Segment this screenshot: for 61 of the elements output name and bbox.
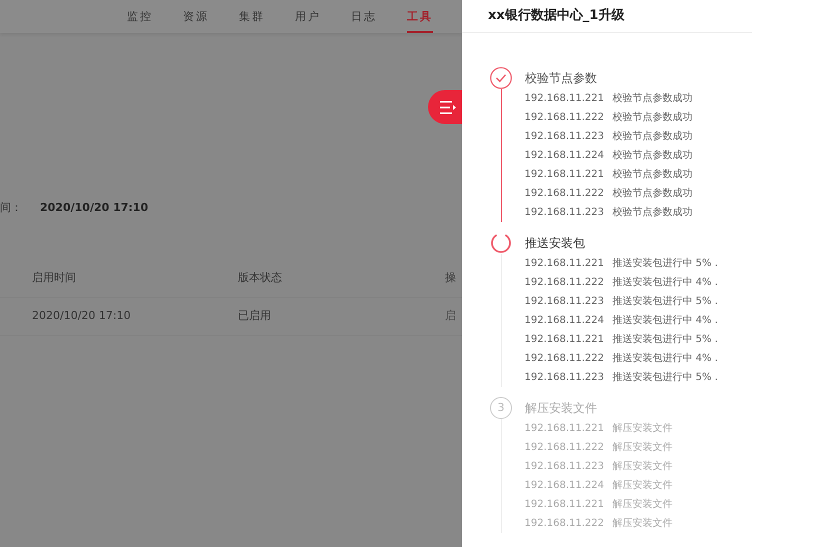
status-message: 推送安装包进行中 5% . (612, 294, 718, 309)
status-message: 解压安装文件 (612, 460, 672, 474)
status-message: 校验节点参数成功 (612, 186, 692, 201)
ip-address: 192.168.11.221 (524, 168, 606, 182)
ip-address: 192.168.11.222 (524, 276, 606, 290)
info-label: 间： (0, 200, 22, 216)
ip-address: 192.168.11.221 (524, 333, 606, 347)
ip-address: 192.168.11.223 (524, 295, 606, 309)
ip-address: 192.168.11.222 (524, 441, 606, 455)
step-number: 3 (490, 397, 512, 419)
nav-tab[interactable]: 集群 (239, 0, 265, 33)
ip-address: 192.168.11.221 (524, 498, 606, 512)
status-message: 校验节点参数成功 (612, 130, 692, 144)
list-icon (440, 100, 456, 114)
status-message: 校验节点参数成功 (612, 92, 692, 106)
menu-button[interactable] (428, 90, 462, 124)
ip-address: 192.168.11.221 (524, 92, 606, 106)
column-header: 启用时间 (32, 271, 76, 284)
ip-address: 192.168.11.221 (524, 422, 606, 436)
nav-tab[interactable]: 用户 (295, 0, 321, 33)
table-cell: 2020/10/20 17:10 (32, 308, 131, 322)
action-link[interactable]: 启 (445, 308, 456, 322)
drawer-title: xx银行数据中心_1升级 (462, 0, 752, 33)
status-message: 校验节点参数成功 (612, 168, 692, 182)
status-message: 解压安装文件 (612, 478, 672, 493)
status-message: 推送安装包进行中 5% . (612, 256, 718, 271)
status-message: 解压安装文件 (612, 498, 672, 512)
step-title: 校验节点参数 (525, 70, 597, 87)
ip-address: 192.168.11.222 (524, 517, 606, 531)
status-message: 推送安装包进行中 5% . (612, 332, 718, 347)
ip-address: 192.168.11.221 (524, 257, 606, 271)
table-cell: 已启用 (238, 308, 271, 322)
status-message: 推送安装包进行中 4% . (612, 314, 718, 328)
ip-address: 192.168.11.223 (524, 371, 606, 385)
ip-address: 192.168.11.223 (524, 130, 606, 144)
column-header: 版本状态 (238, 271, 282, 284)
step-title: 推送安装包 (525, 235, 585, 252)
status-message: 解压安装文件 (612, 440, 672, 455)
ip-address: 192.168.11.224 (524, 314, 606, 328)
nav-tab[interactable]: 监控 (127, 0, 153, 33)
status-message: 推送安装包进行中 4% . (612, 352, 718, 366)
ip-address: 192.168.11.223 (524, 206, 606, 220)
status-message: 校验节点参数成功 (612, 110, 692, 125)
ip-address: 192.168.11.222 (524, 352, 606, 366)
ip-address: 192.168.11.222 (524, 111, 606, 125)
info-value: 2020/10/20 17:10 (40, 200, 148, 216)
status-message: 校验节点参数成功 (612, 206, 692, 220)
status-message: 推送安装包进行中 4% . (612, 276, 718, 290)
status-message: 校验节点参数成功 (612, 148, 692, 163)
step-title: 解压安装文件 (525, 400, 597, 417)
nav-tab[interactable]: 资源 (183, 0, 209, 33)
ip-address: 192.168.11.224 (524, 479, 606, 493)
nav-tab[interactable]: 日志 (351, 0, 377, 33)
ip-address: 192.168.11.224 (524, 149, 606, 163)
ip-address: 192.168.11.223 (524, 460, 606, 474)
status-message: 解压安装文件 (612, 422, 672, 436)
column-header: 操 (445, 271, 456, 284)
status-message: 解压安装文件 (612, 516, 672, 531)
status-message: 推送安装包进行中 5% . (612, 370, 718, 385)
nav-tab[interactable]: 工具 (407, 0, 433, 33)
ip-address: 192.168.11.222 (524, 187, 606, 201)
